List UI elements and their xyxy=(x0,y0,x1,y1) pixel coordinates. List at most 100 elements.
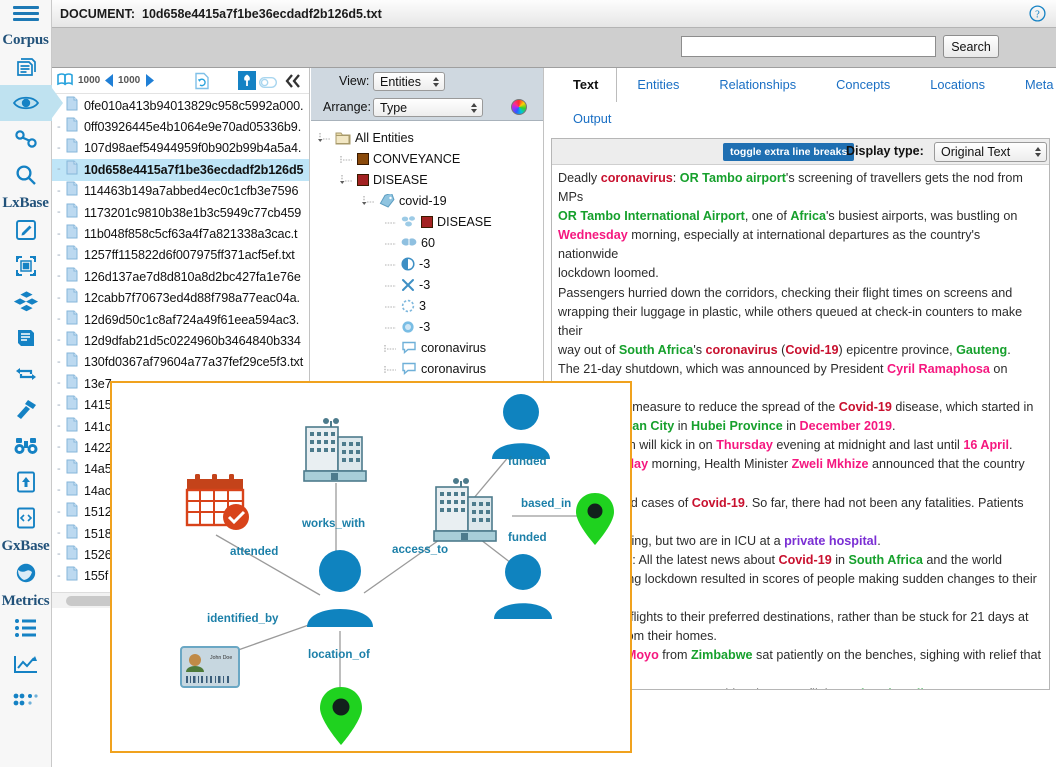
expander-expanded-icon[interactable] xyxy=(317,132,331,144)
document-list-item[interactable]: - 126d137ae7d8d810a8d2bc427fa1e76e xyxy=(52,266,309,287)
arrange-select[interactable]: Type xyxy=(373,98,483,117)
document-list-item[interactable]: - 12cabb7f70673ed4d88f798a77eac04a. xyxy=(52,288,309,309)
entity-highlight[interactable]: He xyxy=(657,687,673,689)
entity-highlight[interactable]: Wednesday xyxy=(558,228,628,242)
sidebar-item-lxbase-build[interactable] xyxy=(0,392,52,428)
entity-highlight[interactable]: coronavirus xyxy=(601,171,673,185)
entity-highlight[interactable]: private hospital xyxy=(784,534,877,548)
entity-tree-node-label: -3 xyxy=(419,256,431,271)
entity-tree-node[interactable]: -3 xyxy=(311,316,543,337)
entity-highlight[interactable]: Cyril Ramaphosa xyxy=(887,362,990,376)
entity-highlight[interactable]: coronavirus xyxy=(706,343,778,357)
entity-highlight[interactable]: South Africa xyxy=(619,343,693,357)
entity-tree-node[interactable]: DISEASE xyxy=(311,169,543,190)
document-list-item[interactable]: - 1257ff115822d6f007975ff371acf5ef.txt xyxy=(52,245,309,266)
document-list-item[interactable]: - 107d98aef54944959f0b902b99b4a5a4. xyxy=(52,138,309,159)
entity-highlight[interactable]: OR Tambo airport xyxy=(680,171,786,185)
entity-tree-node[interactable]: CONVEYANCE xyxy=(311,148,543,169)
entity-highlight[interactable]: Zimbabwe xyxy=(691,648,753,662)
entity-highlight[interactable]: Hubei Province xyxy=(691,419,783,433)
entity-tree-node[interactable]: All Entities xyxy=(311,127,543,148)
sidebar-item-lxbase-edit[interactable] xyxy=(0,212,52,248)
document-list-item[interactable]: - 11b048f858c5cf63a4f7a821338a3cac.t xyxy=(52,223,309,244)
toggle-switch-icon[interactable] xyxy=(258,75,278,93)
document-list-item[interactable]: - 114463b149a7abbed4ec0c1cfb3e7596 xyxy=(52,181,309,202)
sidebar-item-lxbase-inspect[interactable] xyxy=(0,428,52,464)
double-chevron-left-icon[interactable] xyxy=(283,72,303,95)
hamburger-menu-icon[interactable] xyxy=(0,0,52,30)
sidebar-item-lxbase-code[interactable] xyxy=(0,500,52,536)
entity-highlight[interactable]: Thursday xyxy=(716,438,773,452)
expander-collapsed-icon[interactable] xyxy=(383,342,397,354)
document-list-item[interactable]: - 12d69d50c1c8af724a49f61eea594ac3. xyxy=(52,309,309,330)
entity-tree-node[interactable]: covid-19 xyxy=(311,190,543,211)
entity-tree-node[interactable]: coronavirus xyxy=(311,337,543,358)
color-wheel-icon[interactable] xyxy=(511,99,527,115)
tab-relationships[interactable]: Relationships xyxy=(699,68,816,102)
entity-tree-node[interactable]: coronavirus xyxy=(311,358,543,379)
view-select[interactable]: Entities xyxy=(373,72,445,91)
tab-meta-data[interactable]: Meta Data xyxy=(1005,68,1056,102)
sidebar-item-gxbase-globe[interactable] xyxy=(0,555,52,591)
entity-tree-node[interactable]: 60 xyxy=(311,232,543,253)
sidebar-item-corpus-documents[interactable] xyxy=(0,49,52,85)
expander-collapsed-icon[interactable] xyxy=(339,153,353,165)
expander-expanded-icon[interactable] xyxy=(339,174,353,186)
sidebar-item-lxbase-dictionary[interactable] xyxy=(0,320,52,356)
sidebar-item-metrics-chart[interactable] xyxy=(0,646,52,682)
entity-relationship-graph[interactable]: John Doe works_with attended access_to f… xyxy=(110,381,632,753)
entity-highlight[interactable]: Africa xyxy=(790,209,826,223)
refresh-document-icon[interactable] xyxy=(194,72,210,95)
toggle-extra-line-breaks-button[interactable]: toggle extra line breaks xyxy=(723,143,855,161)
text-run: . xyxy=(1007,342,1011,357)
sidebar-item-metrics-scatter[interactable] xyxy=(0,682,52,718)
entity-highlight[interactable]: Covid-19 xyxy=(785,343,838,357)
expander-expanded-icon[interactable] xyxy=(361,195,375,207)
sidebar-item-corpus-view[interactable] xyxy=(0,85,63,121)
entity-highlight[interactable]: South Africa xyxy=(849,553,923,567)
document-list-item[interactable]: - 12d9dfab21d5c0224960b3464840b334 xyxy=(52,330,309,351)
entity-highlight[interactable]: Gauteng xyxy=(956,343,1007,357)
search-input[interactable] xyxy=(681,36,936,57)
document-list-item[interactable]: -0fe010a413b94013829c958c5992a000. xyxy=(52,95,309,116)
tree-view-icon[interactable] xyxy=(238,71,256,95)
entity-tree-node[interactable]: -3 xyxy=(311,274,543,295)
entity-tree-node[interactable]: 3 xyxy=(311,295,543,316)
tab-output[interactable]: Output xyxy=(553,102,631,136)
graph-edge-label-location-of: location_of xyxy=(308,648,370,661)
sidebar-item-metrics-list[interactable] xyxy=(0,610,52,646)
entity-highlight[interactable]: 16 April xyxy=(963,438,1009,452)
entity-tree-node[interactable]: DISEASE xyxy=(311,211,543,232)
document-list-item[interactable]: - 1173201c9810b38e1b3c5949c77cb459 xyxy=(52,202,309,223)
expander-collapsed-icon[interactable] xyxy=(383,363,397,375)
sidebar-item-lxbase-blocks[interactable] xyxy=(0,284,52,320)
tree-dash: - xyxy=(57,462,61,475)
entity-highlight[interactable]: December 2019 xyxy=(800,419,892,433)
sidebar-item-lxbase-refresh[interactable] xyxy=(0,356,52,392)
sidebar-item-corpus-search[interactable] xyxy=(0,157,52,193)
tab-locations[interactable]: Locations xyxy=(910,68,1005,102)
entity-highlight[interactable]: 11:25 xyxy=(774,687,806,689)
search-button[interactable]: Search xyxy=(943,35,999,58)
display-type-select[interactable]: Original Text xyxy=(934,142,1047,162)
entity-highlight[interactable]: Covid-19 xyxy=(779,553,832,567)
entity-highlight[interactable]: Victoria Falls xyxy=(853,687,931,689)
entity-highlight[interactable]: Covid-19 xyxy=(692,496,745,510)
next-arrow-icon[interactable] xyxy=(143,73,157,93)
document-list-item[interactable]: - 0ff03926445e4b1064e9e70ad05336b9. xyxy=(52,116,309,137)
entity-highlight[interactable]: Zweli Mkhize xyxy=(792,457,869,471)
chevron-updown-icon xyxy=(433,76,439,87)
document-list-item[interactable]: - 10d658e4415a7f1be36ecdadf2b126d5 xyxy=(52,159,309,181)
sidebar-item-corpus-links[interactable] xyxy=(0,121,52,157)
entity-tree-node[interactable]: -3 xyxy=(311,253,543,274)
entity-highlight[interactable]: OR Tambo International Airport xyxy=(558,209,745,223)
tab-entities[interactable]: Entities xyxy=(617,68,699,102)
question-circle-icon[interactable]: ? xyxy=(1029,5,1046,22)
prev-arrow-icon[interactable] xyxy=(102,73,116,93)
tab-text[interactable]: Text xyxy=(553,68,618,102)
entity-highlight[interactable]: Covid-19 xyxy=(839,400,892,414)
tab-concepts[interactable]: Concepts xyxy=(816,68,910,102)
sidebar-item-lxbase-upload[interactable] xyxy=(0,464,52,500)
sidebar-item-lxbase-select[interactable] xyxy=(0,248,52,284)
document-list-item[interactable]: - 130fd0367af79604a77a37fef29ce5f3.txt xyxy=(52,352,309,373)
